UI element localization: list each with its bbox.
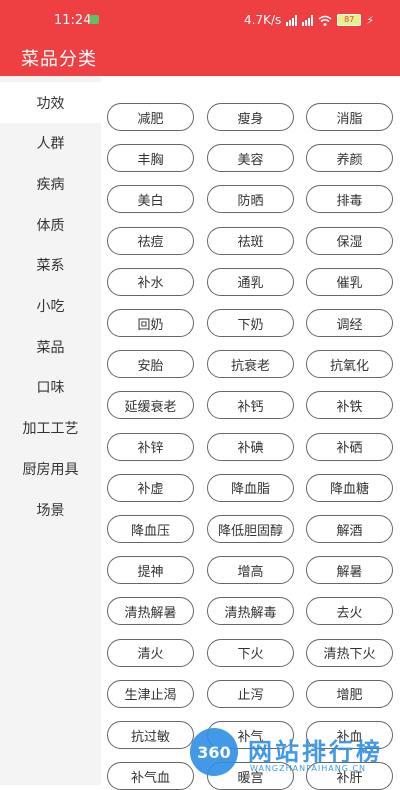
app-header: 菜品分类 (0, 38, 400, 76)
sidebar-item[interactable]: 口味 (0, 367, 101, 408)
tag-button[interactable]: 补虚 (107, 473, 194, 502)
tag-button[interactable]: 增高 (207, 556, 294, 585)
tag-button[interactable]: 补钙 (207, 391, 294, 420)
tag-button[interactable]: 延缓衰老 (107, 391, 194, 420)
tag-button[interactable]: 止泻 (207, 679, 294, 708)
tag-button[interactable]: 下奶 (207, 309, 294, 337)
tag-button[interactable]: 清热解暑 (107, 597, 194, 626)
signal-icon (286, 14, 298, 26)
sidebar-item[interactable]: 菜系 (0, 245, 101, 286)
tag-button[interactable]: 抗过敏 (107, 721, 194, 749)
tag-button[interactable]: 补硒 (306, 432, 393, 461)
tag-button[interactable]: 通乳 (207, 267, 294, 296)
tag-button[interactable]: 消脂 (306, 103, 393, 131)
tag-button[interactable]: 养颜 (306, 144, 393, 173)
tag-button[interactable]: 丰胸 (107, 144, 194, 173)
tag-button[interactable]: 补气血 (107, 762, 194, 790)
tag-button[interactable]: 去火 (306, 597, 393, 626)
tag-button[interactable]: 美白 (107, 185, 194, 214)
tag-button[interactable]: 降血压 (107, 515, 194, 543)
sidebar-item[interactable]: 菜品 (0, 326, 101, 367)
battery-icon: 87 (337, 14, 362, 26)
tag-button[interactable]: 催乳 (306, 267, 393, 296)
tag-button[interactable]: 补水 (107, 267, 194, 296)
watermark-title: 网站排行榜 (248, 738, 383, 766)
sidebar-item[interactable]: 功效 (0, 82, 101, 123)
wifi-icon (318, 15, 332, 26)
tag-button[interactable]: 抗氧化 (306, 350, 393, 379)
tag-button[interactable]: 解暑 (306, 556, 393, 585)
tag-button[interactable]: 降血糖 (306, 473, 393, 502)
tag-button[interactable]: 清热下火 (306, 638, 393, 667)
tag-button[interactable]: 防晒 (207, 185, 294, 214)
watermark-logo: 360 网站排行榜 WANGZHANPAIHANG.CN (190, 728, 396, 782)
tag-button[interactable]: 美容 (207, 144, 294, 173)
sidebar-item[interactable]: 人群 (0, 123, 101, 164)
tag-button[interactable]: 补铁 (306, 391, 393, 420)
tag-button[interactable]: 抗衰老 (207, 350, 294, 379)
tag-button[interactable]: 排毒 (306, 185, 393, 214)
tag-button[interactable]: 祛痘 (107, 226, 194, 255)
sidebar-item[interactable]: 小吃 (0, 286, 101, 327)
sidebar-item[interactable]: 场景 (0, 489, 101, 530)
tag-button[interactable]: 补碘 (207, 432, 294, 461)
network-speed: 4.7K/s (244, 13, 282, 27)
status-time: 11:24 (54, 13, 92, 28)
watermark-badge: 360 (190, 728, 238, 776)
tag-button[interactable]: 补锌 (107, 432, 194, 461)
sidebar-item[interactable]: 体质 (0, 204, 101, 245)
tag-button[interactable]: 生津止渴 (107, 679, 194, 708)
status-bar: 11:24 4.7K/s 87 ⚡ (0, 0, 400, 38)
category-sidebar: 功效 人群 疾病 体质 菜系 小吃 菜品 口味 加工工艺 厨房用具 场景 (0, 76, 101, 785)
tag-button[interactable]: 瘦身 (207, 103, 294, 131)
tag-button[interactable]: 增肥 (306, 679, 393, 708)
sidebar-item[interactable]: 疾病 (0, 163, 101, 204)
tag-button[interactable]: 回奶 (107, 309, 194, 337)
tag-button[interactable]: 安胎 (107, 350, 194, 379)
tag-button[interactable]: 下火 (207, 638, 294, 667)
watermark-subtitle: WANGZHANPAIHANG.CN (250, 764, 367, 773)
status-right: 4.7K/s 87 ⚡ (244, 13, 374, 27)
sidebar-item[interactable]: 加工工艺 (0, 408, 101, 449)
tag-button[interactable]: 祛斑 (207, 226, 294, 255)
tag-button[interactable]: 清火 (107, 638, 194, 667)
tag-button[interactable]: 降血脂 (207, 473, 294, 502)
tag-button[interactable]: 解酒 (306, 515, 393, 543)
app-notification-icon (90, 15, 99, 24)
tag-grid: 减肥 瘦身 消脂丰胸 美容 养颜美白 防晒 排毒祛痘 祛斑 保湿补水 通乳 催乳回奶 下奶 调经安胎 抗衰… (101, 76, 400, 790)
tag-button[interactable]: 提神 (107, 556, 194, 585)
tag-button[interactable]: 减肥 (107, 103, 194, 131)
tag-button[interactable]: 清热解毒 (207, 597, 294, 626)
page-title: 菜品分类 (21, 49, 97, 70)
sidebar-item[interactable]: 厨房用具 (0, 448, 101, 489)
charging-icon: ⚡ (366, 13, 374, 27)
tag-button[interactable]: 调经 (306, 309, 393, 337)
tag-button[interactable]: 保湿 (306, 226, 393, 255)
tag-button[interactable]: 降低胆固醇 (207, 515, 294, 543)
signal-icon-2 (302, 14, 314, 26)
